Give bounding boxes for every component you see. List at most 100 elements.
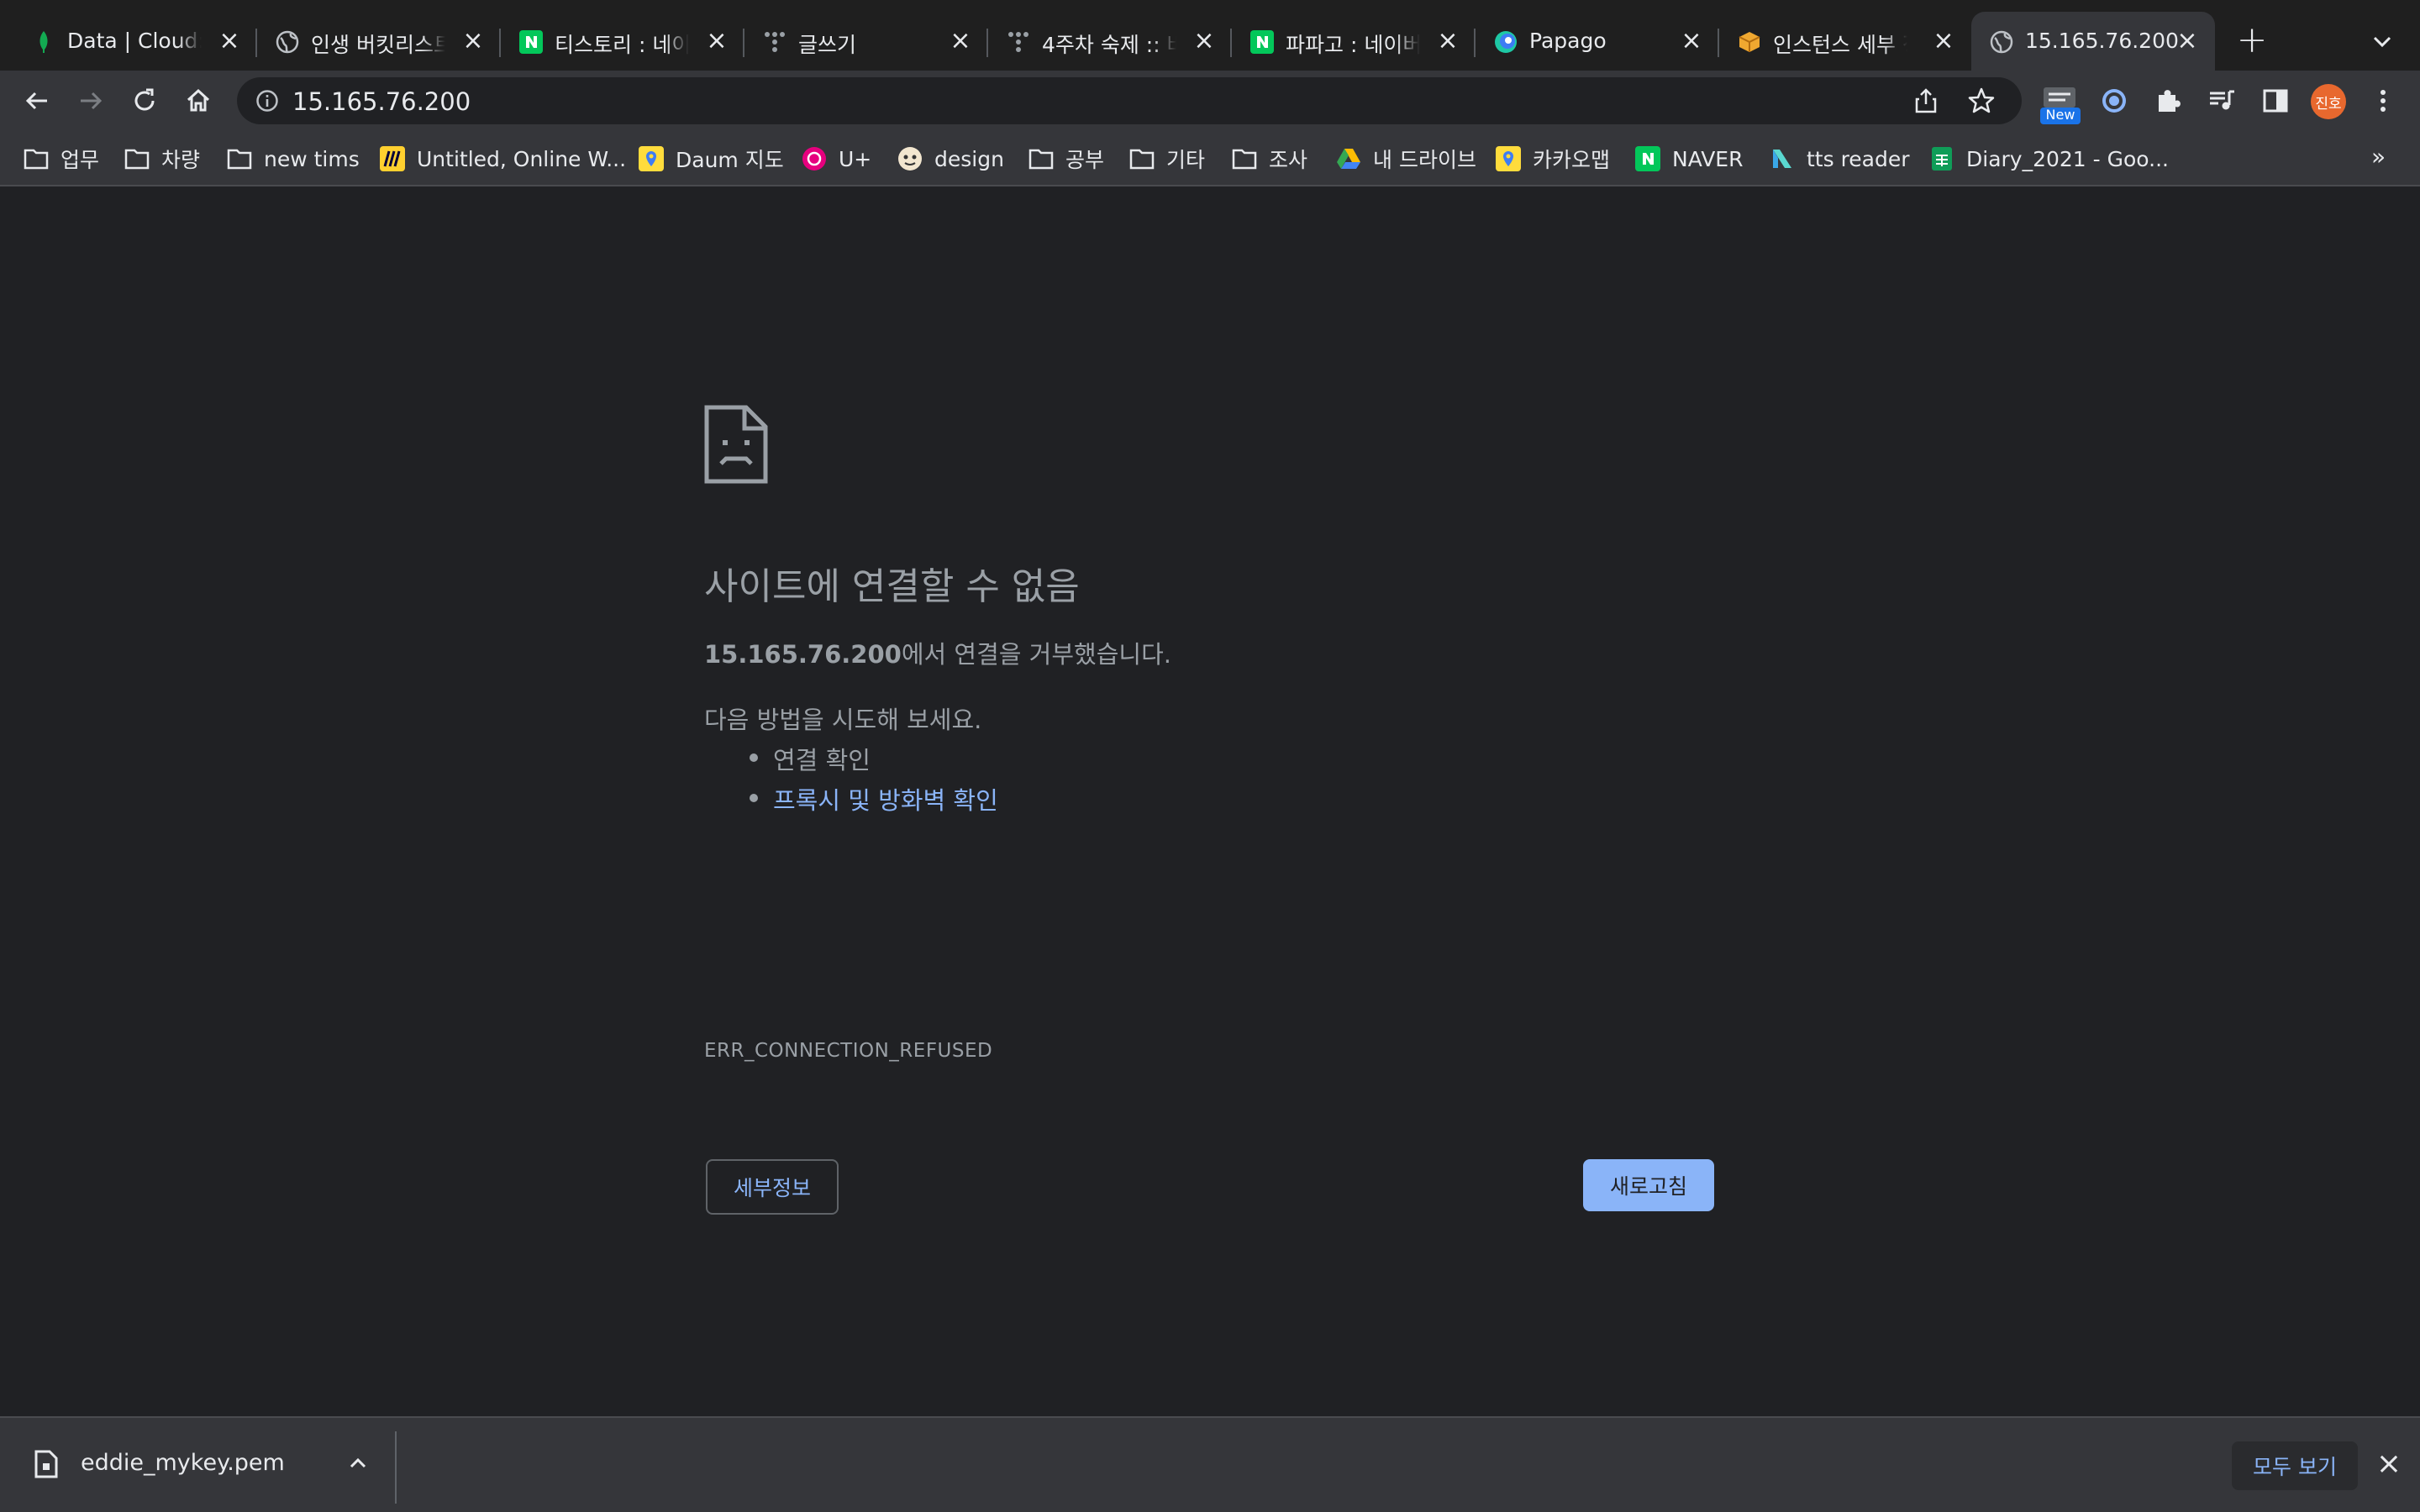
sad-document-icon bbox=[704, 405, 768, 484]
tab-title: 인스턴스 세부 정 bbox=[1773, 33, 1907, 57]
error-host: 15.165.76.200 bbox=[704, 640, 902, 669]
suggestion-list: 연결 확인 프록시 및 방화벽 확인 bbox=[750, 741, 998, 822]
close-icon[interactable]: × bbox=[948, 29, 973, 54]
puzzle-icon bbox=[2159, 90, 2181, 112]
bookmark-star-icon[interactable] bbox=[1966, 86, 1996, 116]
tab-title: 4주차 숙제 :: 바 bbox=[1042, 33, 1176, 57]
profile-avatar[interactable]: 진호 bbox=[2311, 84, 2346, 119]
site-info-icon[interactable] bbox=[255, 89, 279, 113]
naver-icon bbox=[1635, 146, 1660, 171]
download-filename[interactable]: eddie_mykey.pem bbox=[81, 1450, 285, 1476]
close-icon[interactable]: × bbox=[1435, 29, 1460, 54]
papago-icon bbox=[1494, 30, 1518, 54]
tab-title: 파파고 : 네이버 bbox=[1286, 33, 1420, 57]
reload-page-button[interactable]: 새로고침 bbox=[1583, 1159, 1714, 1211]
bookmark-new-tims[interactable]: new tims bbox=[227, 143, 360, 175]
back-arrow-icon bbox=[25, 92, 47, 110]
bookmarks-overflow-button[interactable]: » bbox=[2371, 143, 2386, 171]
close-icon[interactable]: × bbox=[704, 29, 729, 54]
share-icon[interactable] bbox=[1912, 87, 1939, 114]
close-icon[interactable]: × bbox=[2375, 1449, 2403, 1479]
error-try-text: 다음 방법을 시도해 보세요. bbox=[704, 706, 982, 734]
suggestion-check-proxy-firewall-link[interactable]: 프록시 및 방화벽 확인 bbox=[750, 781, 998, 822]
bookmark-etc[interactable]: 기타 bbox=[1129, 143, 1205, 175]
bookmark-naver[interactable]: NAVER bbox=[1635, 143, 1743, 175]
download-shelf: eddie_mykey.pem 모두 보기 × bbox=[0, 1416, 2420, 1512]
home-button[interactable] bbox=[180, 82, 217, 119]
close-icon[interactable]: × bbox=[1192, 29, 1217, 54]
new-badge-label: New bbox=[2045, 107, 2075, 123]
bookmark-label: Daum 지도 bbox=[676, 148, 784, 172]
side-panel-icon bbox=[2263, 89, 2288, 113]
bookmark-daum-map[interactable]: Daum 지도 bbox=[639, 143, 784, 175]
bookmark-research[interactable]: 조사 bbox=[1232, 143, 1307, 175]
naver-icon bbox=[1250, 30, 1274, 54]
bookmark-label: NAVER bbox=[1672, 146, 1744, 171]
forward-arrow-icon bbox=[81, 92, 103, 110]
bookmark-tts-reader[interactable]: tts reader bbox=[1770, 143, 1910, 175]
close-icon[interactable]: × bbox=[217, 29, 242, 54]
bookmark-miro[interactable]: Untitled, Online W... bbox=[380, 143, 626, 175]
bookmark-kakaomap[interactable]: 카카오맵 bbox=[1496, 143, 1610, 175]
show-all-downloads-button[interactable]: 모두 보기 bbox=[2232, 1441, 2358, 1490]
chrome-menu-button[interactable] bbox=[2365, 82, 2402, 119]
bookmark-label: new tims bbox=[264, 146, 360, 171]
close-icon[interactable]: × bbox=[2175, 29, 2200, 54]
address-bar[interactable]: 15.165.76.200 bbox=[237, 77, 2022, 124]
tab-papago[interactable]: Papago × bbox=[1476, 12, 1719, 71]
error-title: 사이트에 연결할 수 없음 bbox=[704, 565, 1080, 608]
close-icon[interactable]: × bbox=[1931, 29, 1956, 54]
tab-homework[interactable]: 4주차 숙제 :: 바 × bbox=[988, 12, 1232, 71]
tab-write[interactable]: 글쓰기 × bbox=[744, 12, 988, 71]
reload-icon bbox=[134, 88, 155, 111]
tab-tistory-naver[interactable]: 티스토리 : 네이버 × bbox=[501, 12, 744, 71]
extension-ring-button[interactable] bbox=[2096, 82, 2133, 119]
reload-button[interactable] bbox=[126, 82, 163, 119]
tab-search-chevron-icon[interactable] bbox=[2368, 27, 2396, 55]
folder-icon bbox=[227, 146, 252, 171]
miro-icon bbox=[380, 146, 405, 171]
tab-title: 글쓰기 bbox=[798, 33, 857, 57]
tab-papago-naver[interactable]: 파파고 : 네이버 × bbox=[1232, 12, 1476, 71]
bookmark-work[interactable]: 업무 bbox=[24, 143, 99, 175]
tab-instance-details[interactable]: 인스턴스 세부 정 × bbox=[1719, 12, 1971, 71]
url-text[interactable]: 15.165.76.200 bbox=[292, 87, 471, 116]
bookmarks-bar: 업무 차량 new tims Untitled, Online W... Dau… bbox=[0, 131, 2420, 186]
media-controls-button[interactable] bbox=[2203, 82, 2240, 119]
tab-bucketlist[interactable]: 인생 버킷리스트 × bbox=[257, 12, 501, 71]
bookmark-study[interactable]: 공부 bbox=[1028, 143, 1104, 175]
bookmark-label: 조사 bbox=[1269, 148, 1308, 172]
close-icon[interactable]: × bbox=[1679, 29, 1704, 54]
bookmark-diary[interactable]: Diary_2021 - Goo... bbox=[1929, 143, 2169, 175]
forward-button[interactable] bbox=[72, 82, 109, 119]
side-panel-button[interactable] bbox=[2257, 82, 2294, 119]
tab-title: 티스토리 : 네이버 bbox=[555, 33, 689, 57]
tab-strip: Data | Cloud: M × 인생 버킷리스트 × 티스토리 : 네이버 … bbox=[0, 0, 2420, 71]
globe-icon bbox=[1990, 30, 2013, 54]
file-icon[interactable] bbox=[34, 1450, 59, 1478]
folder-icon bbox=[124, 146, 150, 171]
folder-icon bbox=[1232, 146, 1257, 171]
tistory-icon bbox=[763, 30, 786, 54]
tab-data-cloud[interactable]: Data | Cloud: M × bbox=[13, 12, 257, 71]
bookmark-label: design bbox=[934, 146, 1004, 171]
bookmark-my-drive[interactable]: 내 드라이브 bbox=[1336, 143, 1476, 175]
extension-new-badge-icon[interactable]: New bbox=[2040, 84, 2081, 124]
lg-icon bbox=[802, 146, 827, 171]
close-icon[interactable]: × bbox=[460, 29, 486, 54]
folder-icon bbox=[24, 146, 49, 171]
details-button[interactable]: 세부정보 bbox=[706, 1159, 839, 1215]
back-button[interactable] bbox=[18, 82, 55, 119]
chevron-up-icon[interactable] bbox=[346, 1452, 370, 1475]
extensions-button[interactable] bbox=[2149, 82, 2186, 119]
bookmark-vehicle[interactable]: 차량 bbox=[124, 143, 200, 175]
more-vert-icon bbox=[2381, 90, 2386, 112]
tab-active-ip[interactable]: 15.165.76.200 × bbox=[1971, 12, 2215, 71]
bookmark-label: 업무 bbox=[60, 148, 100, 172]
new-tab-button[interactable]: + bbox=[2235, 22, 2269, 59]
bookmark-uplus[interactable]: U+ bbox=[802, 143, 871, 175]
naver-icon bbox=[519, 30, 543, 54]
bookmark-design[interactable]: design bbox=[897, 143, 1004, 175]
error-host-suffix: 에서 연결을 거부했습니다. bbox=[901, 640, 1171, 669]
tts-icon bbox=[1770, 146, 1795, 171]
